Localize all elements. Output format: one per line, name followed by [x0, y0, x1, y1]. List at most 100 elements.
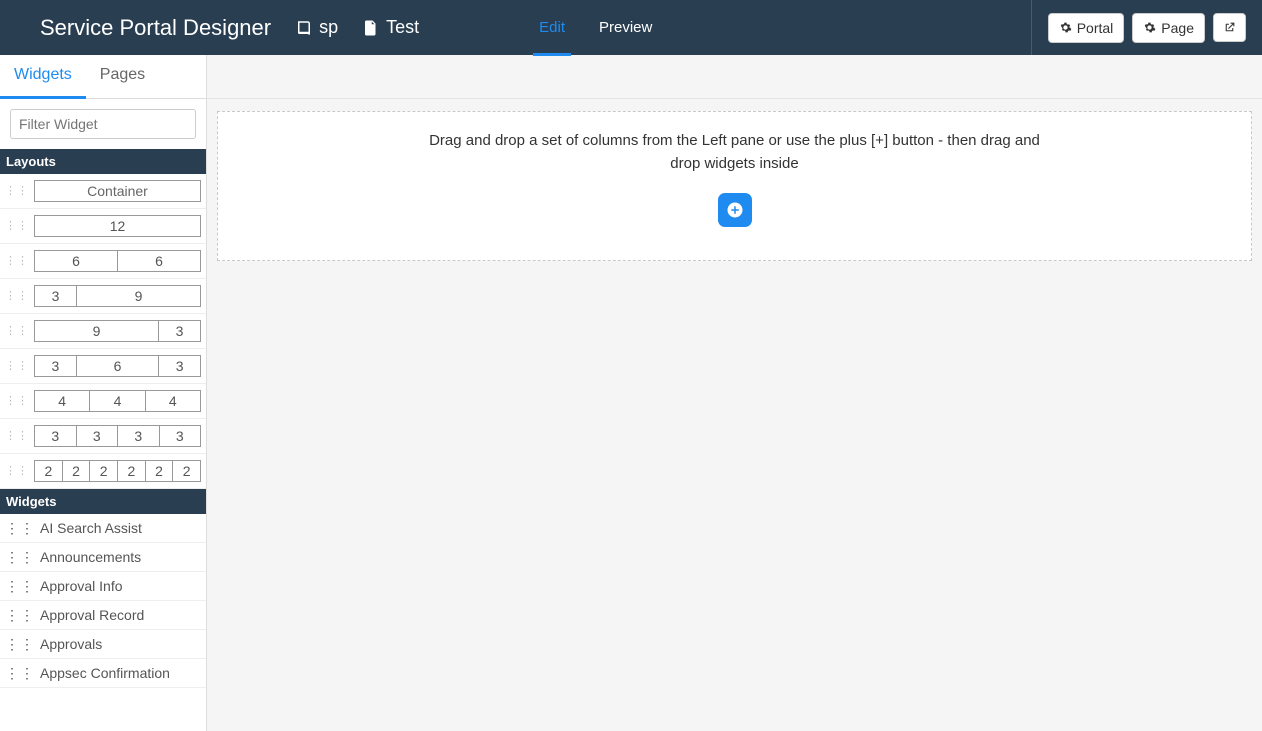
breadcrumb-area: Service Portal Designer sp Test	[0, 15, 419, 41]
drag-handle-icon: ⋮⋮	[5, 669, 35, 677]
layout-col-cell: 2	[90, 460, 118, 482]
layout-col-cell: 3	[159, 355, 201, 377]
section-layouts-header: Layouts	[0, 149, 206, 174]
widget-item[interactable]: ⋮⋮ Approvals	[0, 630, 206, 659]
app-title: Service Portal Designer	[40, 15, 271, 41]
drag-handle-icon: ⋮⋮	[5, 362, 29, 370]
layout-container-label: Container	[34, 180, 201, 202]
gear-icon	[1143, 21, 1156, 34]
layout-col-cell: 4	[34, 390, 90, 412]
section-widgets-header: Widgets	[0, 489, 206, 514]
widget-item[interactable]: ⋮⋮ Announcements	[0, 543, 206, 572]
portal-settings-label: Portal	[1077, 20, 1114, 36]
drag-handle-icon: ⋮⋮	[5, 640, 35, 648]
layout-col-cell: 6	[34, 250, 118, 272]
widget-item-label: Appsec Confirmation	[40, 665, 170, 681]
layout-columns: 363	[34, 355, 201, 377]
gear-icon	[1059, 21, 1072, 34]
drag-handle-icon: ⋮⋮	[5, 397, 29, 405]
layout-col-cell: 3	[159, 320, 201, 342]
left-sidebar: Widgets Pages Layouts ⋮⋮ Container ⋮⋮ 12 ⋮⋮ 6…	[0, 55, 207, 731]
drag-handle-icon: ⋮⋮	[5, 327, 29, 335]
sidebar-tabs: Widgets Pages	[0, 55, 206, 99]
widget-item[interactable]: ⋮⋮ AI Search Assist	[0, 514, 206, 543]
sidebar-tab-widgets[interactable]: Widgets	[0, 55, 86, 98]
plus-circle-icon	[726, 201, 744, 219]
book-icon	[295, 19, 313, 37]
portal-breadcrumb[interactable]: sp	[295, 17, 338, 38]
layout-col-cell: 6	[118, 250, 201, 272]
page-settings-button[interactable]: Page	[1132, 13, 1205, 43]
design-canvas: Drag and drop a set of columns from the …	[207, 55, 1262, 731]
layout-col-cell: 2	[34, 460, 63, 482]
layout-item[interactable]: ⋮⋮ Container	[0, 174, 206, 209]
layout-columns: 66	[34, 250, 201, 272]
layout-col-cell: 2	[118, 460, 146, 482]
layout-item[interactable]: ⋮⋮ 66	[0, 244, 206, 279]
drag-handle-icon: ⋮⋮	[5, 187, 29, 195]
layout-col-cell: 2	[146, 460, 174, 482]
drag-handle-icon: ⋮⋮	[5, 553, 35, 561]
page-breadcrumb[interactable]: Test	[362, 17, 419, 38]
file-icon	[362, 19, 380, 37]
layout-columns: 93	[34, 320, 201, 342]
drag-handle-icon: ⋮⋮	[5, 467, 29, 475]
drag-handle-icon: ⋮⋮	[5, 257, 29, 265]
layout-col-cell: 3	[118, 425, 160, 447]
widget-item-label: Announcements	[40, 549, 141, 565]
canvas-toolbar-spacer	[207, 55, 1262, 99]
layout-col-cell: 2	[63, 460, 91, 482]
layout-item[interactable]: ⋮⋮ 12	[0, 209, 206, 244]
layout-col-cell: 3	[160, 425, 202, 447]
drag-handle-icon: ⋮⋮	[5, 222, 29, 230]
widget-item-label: Approvals	[40, 636, 102, 652]
layout-col-cell: 12	[34, 215, 201, 237]
widget-item[interactable]: ⋮⋮Approval Record	[0, 601, 206, 630]
sidebar-scroll[interactable]: Layouts ⋮⋮Container⋮⋮12⋮⋮66⋮⋮39⋮⋮93⋮⋮363…	[0, 149, 206, 731]
external-link-icon	[1223, 21, 1236, 34]
open-new-window-button[interactable]	[1213, 13, 1246, 42]
tab-edit[interactable]: Edit	[539, 0, 565, 55]
page-settings-label: Page	[1161, 20, 1194, 36]
widget-item[interactable]: ⋮⋮ Approval Info	[0, 572, 206, 601]
layout-columns: 12	[34, 215, 201, 237]
drag-handle-icon: ⋮⋮	[5, 524, 35, 532]
layout-columns: 444	[34, 390, 201, 412]
widget-item-label: AI Search Assist	[40, 520, 142, 536]
layout-item[interactable]: ⋮⋮3333	[0, 419, 206, 454]
layout-col-cell: 9	[34, 320, 159, 342]
layout-item[interactable]: ⋮⋮ 363	[0, 349, 206, 384]
layout-item[interactable]: ⋮⋮ 93	[0, 314, 206, 349]
canvas-dropzone[interactable]: Drag and drop a set of columns from the …	[217, 111, 1252, 261]
sidebar-tab-pages[interactable]: Pages	[86, 55, 159, 98]
add-container-button[interactable]	[718, 193, 752, 227]
layout-col-cell: 2	[173, 460, 201, 482]
widget-item[interactable]: ⋮⋮ Appsec Confirmation	[0, 659, 206, 688]
drag-handle-icon: ⋮⋮	[5, 611, 35, 619]
layout-columns: 3333	[34, 425, 201, 447]
drag-handle-icon: ⋮⋮	[5, 292, 29, 300]
layout-col-cell: 3	[34, 425, 77, 447]
portal-breadcrumb-label: sp	[319, 17, 338, 38]
layout-col-cell: 6	[77, 355, 160, 377]
layout-col-cell: 3	[34, 285, 77, 307]
layout-columns: 39	[34, 285, 201, 307]
tab-preview[interactable]: Preview	[599, 0, 652, 55]
layout-item[interactable]: ⋮⋮ 39	[0, 279, 206, 314]
page-breadcrumb-label: Test	[386, 17, 419, 38]
dropzone-hint-text: Drag and drop a set of columns from the …	[425, 130, 1045, 175]
layout-col-cell: 3	[77, 425, 119, 447]
layout-col-cell: 4	[90, 390, 145, 412]
top-right-actions: Portal Page	[1031, 0, 1262, 55]
portal-settings-button[interactable]: Portal	[1048, 13, 1125, 43]
layout-col-cell: 3	[34, 355, 77, 377]
drag-handle-icon: ⋮⋮	[5, 582, 35, 590]
filter-widget-input[interactable]	[10, 109, 196, 139]
layout-item[interactable]: ⋮⋮444	[0, 384, 206, 419]
drag-handle-icon: ⋮⋮	[5, 432, 29, 440]
widget-item-label: Approval Info	[40, 578, 123, 594]
mode-tabs: Edit Preview	[539, 0, 652, 55]
layout-col-cell: 4	[146, 390, 201, 412]
layout-col-cell: 9	[77, 285, 201, 307]
layout-item[interactable]: ⋮⋮222222	[0, 454, 206, 489]
